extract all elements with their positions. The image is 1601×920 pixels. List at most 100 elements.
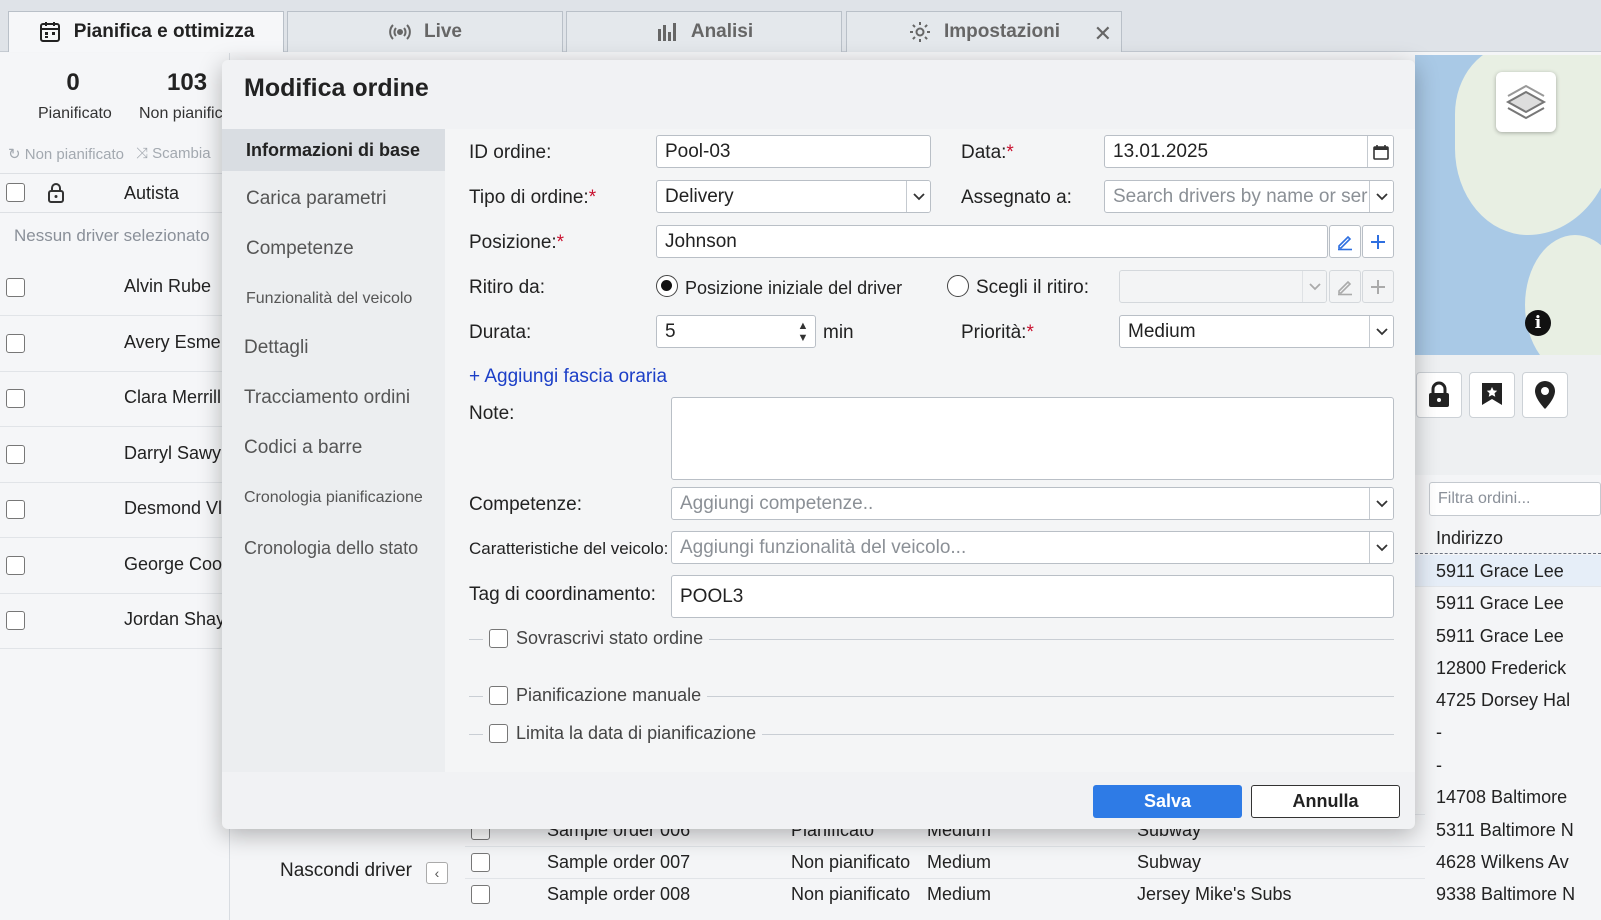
- priority-select[interactable]: Medium: [1119, 315, 1394, 348]
- coordination-tag-input[interactable]: POOL3: [671, 575, 1394, 618]
- driver-row[interactable]: George Coo: [0, 538, 230, 594]
- driver-checkbox[interactable]: [6, 445, 25, 464]
- nav-load-params[interactable]: Carica parametri: [222, 178, 445, 220]
- order-checkbox[interactable]: [471, 853, 490, 872]
- order-checkbox[interactable]: [471, 885, 490, 904]
- pickup-location-select[interactable]: [1119, 270, 1327, 303]
- hide-drivers-label: Nascondi driver: [280, 860, 412, 881]
- order-client: Jersey Mike's Subs: [1137, 884, 1292, 904]
- driver-row[interactable]: Avery Esme: [0, 316, 230, 372]
- calendar-icon: [39, 22, 60, 42]
- map-layers-button[interactable]: [1496, 72, 1556, 132]
- manual-planning-checkbox[interactable]: [489, 686, 508, 705]
- lock-route-button[interactable]: [1416, 372, 1462, 418]
- add-time-window-link[interactable]: + Aggiungi fascia oraria: [469, 366, 667, 388]
- driver-checkbox[interactable]: [6, 611, 25, 630]
- assigned-to-label: Assegnato a:: [961, 187, 1072, 208]
- duration-stepper[interactable]: ▲ ▼: [791, 316, 815, 347]
- nav-basic-info[interactable]: Informazioni di base: [222, 129, 445, 171]
- nav-skills[interactable]: Competenze: [222, 228, 445, 270]
- stat-label: Non pianifica: [139, 105, 232, 122]
- override-status-label: Sovrascrivi stato ordine: [516, 628, 704, 648]
- driver-name: Darryl Sawy: [124, 443, 222, 463]
- edit-position-button[interactable]: [1329, 225, 1361, 258]
- limit-date-checkbox[interactable]: [489, 724, 508, 743]
- broadcast-icon: [389, 24, 411, 40]
- position-input[interactable]: Johnson: [656, 225, 1328, 258]
- location-pin-button[interactable]: [1522, 372, 1568, 418]
- table-row[interactable]: Sample order 007 Non pianificato Medium …: [465, 846, 1425, 878]
- nav-status-history[interactable]: Cronologia dello stato: [222, 527, 445, 569]
- map-pin-icon: [1535, 381, 1555, 409]
- driver-checkbox[interactable]: [6, 334, 25, 353]
- stepper-down-icon[interactable]: ▼: [798, 332, 809, 344]
- manual-planning-option[interactable]: Pianificazione manuale: [483, 685, 708, 706]
- select-all-checkbox[interactable]: [6, 183, 25, 202]
- override-status-checkbox[interactable]: [489, 629, 508, 648]
- nav-details[interactable]: Dettagli: [222, 327, 445, 369]
- calendar-picker-button[interactable]: [1367, 136, 1393, 167]
- add-pickup-button[interactable]: [1362, 270, 1394, 303]
- stepper-up-icon[interactable]: ▲: [798, 320, 809, 332]
- tab-settings[interactable]: Impostazioni ✕: [846, 11, 1122, 52]
- cancel-button[interactable]: Annulla: [1251, 785, 1400, 818]
- override-status-option[interactable]: Sovrascrivi stato ordine: [483, 628, 710, 649]
- collapse-drivers-button[interactable]: ‹: [426, 862, 448, 884]
- driver-row[interactable]: Desmond Vl: [0, 482, 230, 538]
- table-row[interactable]: Sample order 008 Non pianificato Medium …: [465, 878, 1425, 920]
- driver-row[interactable]: Darryl Sawy: [0, 427, 230, 483]
- driver-row[interactable]: Clara Merrill: [0, 371, 230, 427]
- coordination-tag-label: Tag di coordinamento:: [469, 584, 656, 605]
- nav-vehicle-features[interactable]: Funzionalità del veicolo: [222, 278, 445, 320]
- order-type-select[interactable]: Delivery: [656, 180, 931, 213]
- pickup-choose-radio[interactable]: [947, 275, 969, 297]
- table-row: [1415, 522, 1601, 554]
- driver-checkbox[interactable]: [6, 389, 25, 408]
- filter-orders-input[interactable]: Filtra ordini...: [1429, 482, 1601, 516]
- pickup-driver-start-radio[interactable]: [656, 275, 678, 297]
- driver-checkbox[interactable]: [6, 500, 25, 519]
- address-cell: 5911 Grace Lee: [1436, 561, 1564, 581]
- map-info-icon[interactable]: i: [1525, 310, 1551, 336]
- tab-analysis[interactable]: Analisi: [566, 11, 842, 52]
- driver-checkbox[interactable]: [6, 278, 25, 297]
- save-button[interactable]: Salva: [1093, 785, 1242, 818]
- date-value: 13.01.2025: [1113, 141, 1209, 162]
- nav-planning-history[interactable]: Cronologia pianificazione: [222, 477, 445, 519]
- edit-pickup-button[interactable]: [1329, 270, 1361, 303]
- notes-label: Note:: [469, 403, 515, 424]
- pencil-icon: [1338, 235, 1352, 250]
- add-position-button[interactable]: [1362, 225, 1394, 258]
- assigned-driver-select[interactable]: Search drivers by name or ser: [1104, 180, 1394, 213]
- order-name: Sample order 008: [547, 884, 691, 904]
- duration-input[interactable]: 5 ▲ ▼: [656, 315, 816, 348]
- pickup-driver-start-label: Posizione iniziale del driver: [685, 278, 903, 298]
- stat-unplanned: 103 Non pianifica: [139, 69, 235, 123]
- driver-toolbar: ↻ Non pianificato ⤨ Scambia: [8, 145, 211, 163]
- vehicle-features-placeholder: Aggiungi funzionalità del veicolo...: [680, 537, 967, 558]
- address-cell: 4725 Dorsey Hal: [1436, 690, 1571, 710]
- chevron-down-icon: [1369, 488, 1393, 519]
- notes-textarea[interactable]: [671, 397, 1394, 480]
- driver-name: Avery Esme: [124, 332, 221, 352]
- driver-row[interactable]: Alvin Rube: [0, 260, 230, 316]
- nav-order-tracking[interactable]: Tracciamento ordini: [222, 377, 445, 419]
- order-id-input[interactable]: Pool-03: [656, 135, 931, 168]
- dialog-section-nav: Informazioni di base Carica parametri Co…: [222, 129, 445, 772]
- bookmark-button[interactable]: [1469, 372, 1515, 418]
- tab-label: Analisi: [690, 21, 754, 42]
- tab-plan-optimize[interactable]: Pianifica e ottimizza: [8, 11, 284, 52]
- close-tab-icon[interactable]: ✕: [1094, 21, 1112, 47]
- skills-select[interactable]: Aggiungi competenze..: [671, 487, 1394, 520]
- lock-icon[interactable]: [46, 182, 66, 204]
- nav-barcodes[interactable]: Codici a barre: [222, 427, 445, 469]
- skills-placeholder: Aggiungi competenze..: [680, 493, 874, 514]
- vehicle-features-select[interactable]: Aggiungi funzionalità del veicolo...: [671, 531, 1394, 564]
- date-input[interactable]: 13.01.2025: [1104, 135, 1394, 168]
- tab-live[interactable]: Live: [287, 11, 563, 52]
- unplan-button[interactable]: ↻ Non pianificato: [8, 145, 124, 163]
- driver-row[interactable]: Jordan Shay: [0, 593, 230, 649]
- driver-checkbox[interactable]: [6, 556, 25, 575]
- limit-date-option[interactable]: Limita la data di pianificazione: [483, 723, 763, 744]
- swap-button[interactable]: ⤨ Scambia: [136, 145, 211, 163]
